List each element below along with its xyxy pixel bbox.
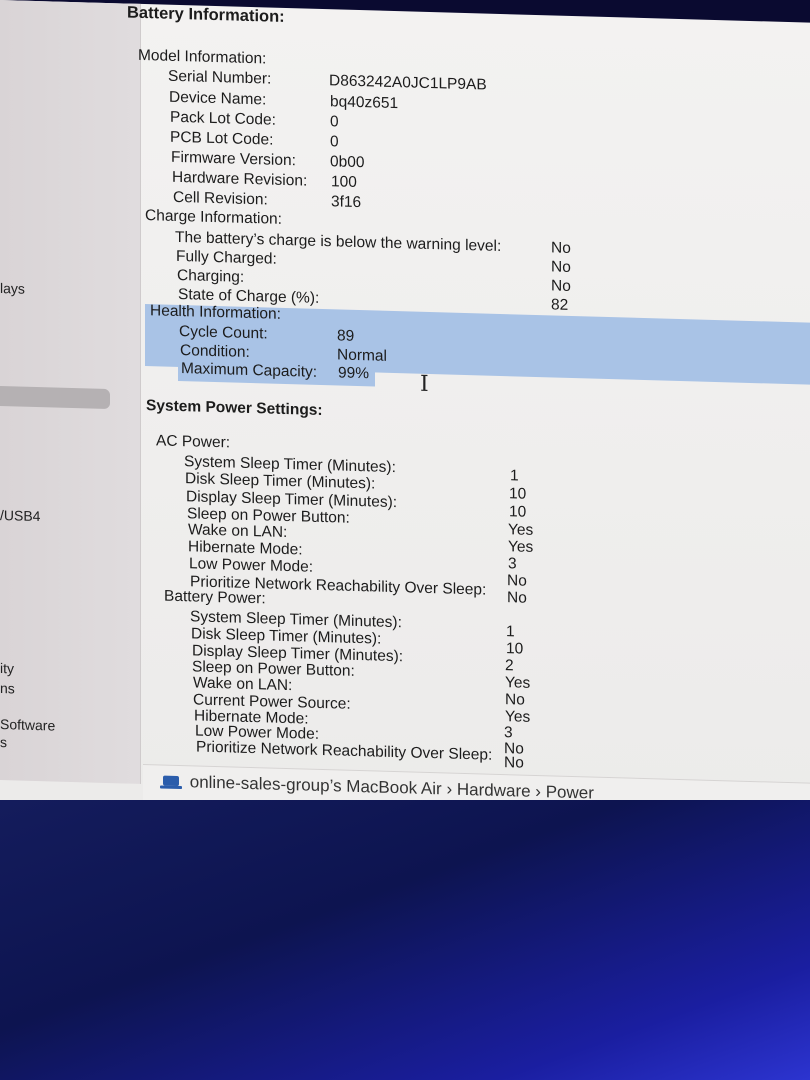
row-value: Yes bbox=[508, 538, 534, 556]
row-value: 100 bbox=[331, 173, 357, 191]
row-label: Cell Revision: bbox=[173, 188, 268, 209]
row-value: 89 bbox=[337, 327, 355, 345]
row-value: 0b00 bbox=[330, 153, 365, 172]
text-cursor-icon: I bbox=[420, 371, 429, 397]
row-value: 99% bbox=[338, 364, 370, 383]
page-title: Battery Information: bbox=[127, 3, 285, 26]
row-value: No bbox=[551, 277, 571, 295]
sidebar-selection-highlight bbox=[0, 386, 110, 410]
row-value: 82 bbox=[551, 296, 569, 314]
row-label: Device Name: bbox=[169, 88, 267, 109]
row-label: Prioritize Network Reachability Over Sle… bbox=[196, 738, 493, 764]
row-value: 1 bbox=[510, 467, 519, 485]
row-value: 2 bbox=[505, 657, 514, 675]
sidebar-item-security[interactable]: ity bbox=[0, 660, 14, 676]
row-value: No bbox=[507, 572, 527, 590]
row-value: 3f16 bbox=[331, 193, 362, 212]
system-information-window: lays /USB4 ity ns Software s Battery Inf… bbox=[0, 0, 810, 834]
laptop-icon bbox=[163, 775, 179, 786]
breadcrumb-hardware[interactable]: Hardware bbox=[457, 780, 531, 801]
section-header-health[interactable]: Health Information: bbox=[150, 302, 281, 324]
row-label: Fully Charged: bbox=[176, 247, 277, 268]
row-value: 0 bbox=[330, 133, 339, 151]
row-value: Normal bbox=[337, 346, 387, 365]
section-header-charge: Charge Information: bbox=[145, 207, 282, 228]
breadcrumb: online-sales-group’s MacBook Air › Hardw… bbox=[163, 772, 594, 804]
row-value: bq40z651 bbox=[330, 93, 399, 113]
sidebar-item-software[interactable]: Software bbox=[0, 716, 55, 734]
row-value: 10 bbox=[509, 485, 527, 503]
row-value: No bbox=[551, 239, 571, 257]
breadcrumb-computer[interactable]: online-sales-group’s MacBook Air bbox=[190, 772, 442, 798]
row-label: Serial Number: bbox=[168, 67, 272, 88]
row-value: Yes bbox=[508, 521, 534, 539]
section-header-battery-power: Battery Power: bbox=[164, 587, 266, 608]
row-label: Charging: bbox=[177, 266, 245, 286]
row-value: Yes bbox=[505, 674, 531, 692]
sidebar: lays /USB4 ity ns Software s bbox=[0, 0, 141, 784]
row-value: No bbox=[505, 691, 525, 709]
row-value: 10 bbox=[509, 503, 527, 521]
row-value: 3 bbox=[508, 555, 517, 573]
chevron-right-icon: › bbox=[446, 779, 453, 799]
sidebar-item-displays[interactable]: lays bbox=[0, 280, 25, 297]
chevron-right-icon: › bbox=[535, 781, 541, 802]
section-header-ac-power: AC Power: bbox=[156, 432, 231, 452]
row-label: Maximum Capacity: bbox=[181, 360, 318, 381]
row-label: Firmware Version: bbox=[171, 148, 296, 170]
section-header-model: Model Information: bbox=[138, 46, 267, 68]
laptop-bezel-background bbox=[0, 800, 810, 1080]
row-value: 1 bbox=[506, 623, 515, 641]
row-value: 0 bbox=[330, 113, 339, 131]
row-label: Condition: bbox=[180, 342, 250, 361]
row-value: D863242A0JC1LP9AB bbox=[329, 72, 487, 94]
row-label: Pack Lot Code: bbox=[170, 108, 276, 129]
sidebar-item-services[interactable]: s bbox=[0, 734, 7, 750]
row-label: Hardware Revision: bbox=[172, 168, 308, 190]
row-value: No bbox=[504, 754, 524, 772]
section-title-system-power: System Power Settings: bbox=[146, 397, 323, 420]
row-value: 10 bbox=[506, 640, 524, 658]
sidebar-item-usb4[interactable]: /USB4 bbox=[0, 507, 40, 524]
row-value: No bbox=[551, 258, 571, 276]
row-value: No bbox=[507, 589, 527, 607]
row-label: PCB Lot Code: bbox=[170, 128, 274, 149]
sidebar-item-extensions[interactable]: ns bbox=[0, 680, 15, 696]
row-label: Cycle Count: bbox=[179, 322, 268, 343]
